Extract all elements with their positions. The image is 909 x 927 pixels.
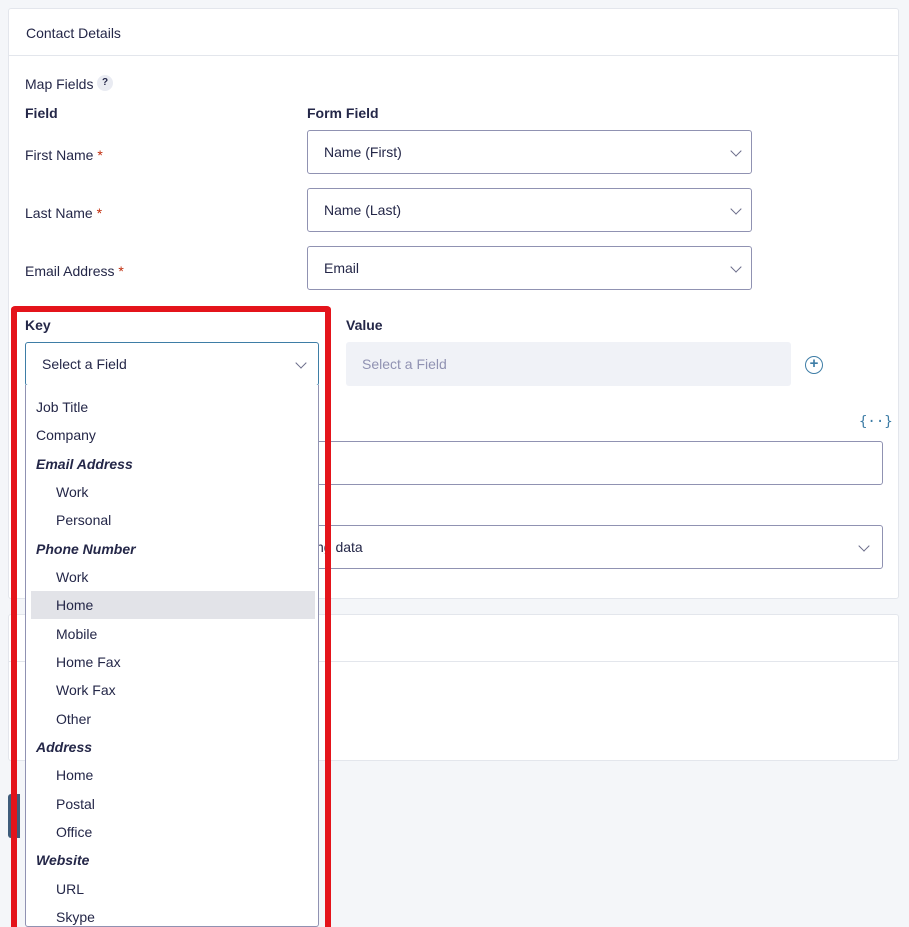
highlight-annotation-box [11,306,331,927]
last-name-select[interactable]: Name (Last) [307,188,752,232]
chevron-down-icon [730,261,742,273]
chevron-down-icon [858,540,870,552]
card-header: Contact Details [9,9,898,56]
add-row-icon[interactable]: + [805,356,823,374]
value-column-header: Value [346,317,383,333]
field-label-last-name: Last Name * [25,205,103,221]
field-label-email-address: Email Address * [25,263,124,279]
form-field-column-header: Form Field [307,105,379,121]
value-select[interactable]: Select a Field [346,342,791,386]
email-select[interactable]: Email [307,246,752,290]
merge-tag-icon[interactable]: {··} [859,414,893,430]
required-marker: * [96,205,103,221]
map-fields-label: Map Fields [25,76,94,92]
first-name-select[interactable]: Name (First) [307,130,752,174]
card-title: Contact Details [26,25,121,41]
field-label-first-name: First Name * [25,147,103,163]
field-column-header: Field [25,105,58,121]
chevron-down-icon [730,145,742,157]
help-icon[interactable]: ? [97,75,113,91]
chevron-down-icon [730,203,742,215]
required-marker: * [118,263,124,279]
required-marker: * [97,147,103,163]
